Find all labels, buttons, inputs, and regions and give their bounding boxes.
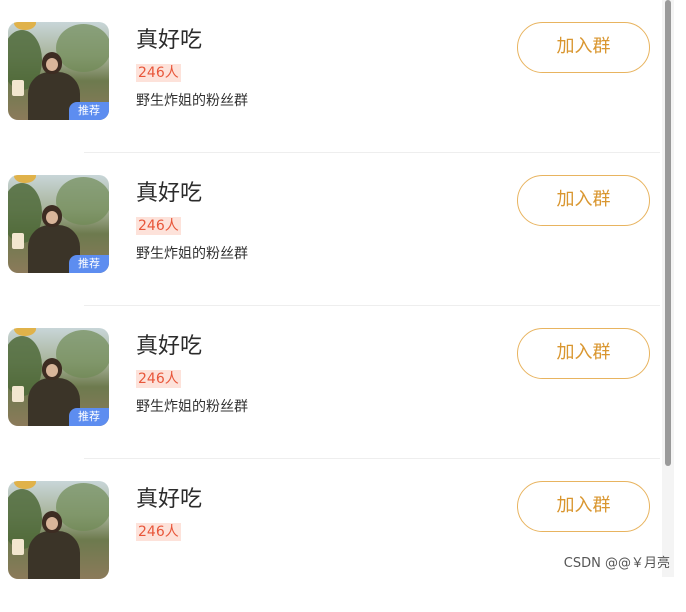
- scrollbar-thumb[interactable]: [665, 0, 671, 466]
- join-group-button[interactable]: 加入群: [517, 175, 650, 226]
- list-item[interactable]: 推荐 真好吃 246人 野生炸姐的粉丝群 加入群: [0, 0, 662, 153]
- join-group-button[interactable]: 加入群: [517, 481, 650, 532]
- group-list: 推荐 真好吃 246人 野生炸姐的粉丝群 加入群 推荐 真好吃 246人 野生炸…: [0, 0, 662, 579]
- list-item[interactable]: 真好吃 246人 加入群: [0, 459, 662, 612]
- group-title: 真好吃: [136, 487, 203, 512]
- recommend-badge: 推荐: [69, 408, 109, 426]
- list-item[interactable]: 推荐 真好吃 246人 野生炸姐的粉丝群 加入群: [0, 306, 662, 459]
- group-avatar: 推荐: [8, 22, 109, 120]
- member-count: 246人: [136, 217, 181, 235]
- group-title: 真好吃: [136, 181, 203, 206]
- group-title: 真好吃: [136, 28, 203, 53]
- recommend-badge: 推荐: [69, 102, 109, 120]
- group-title: 真好吃: [136, 334, 203, 359]
- member-count: 246人: [136, 370, 181, 388]
- group-description: 野生炸姐的粉丝群: [136, 93, 248, 109]
- scrollbar[interactable]: [662, 0, 674, 577]
- member-count: 246人: [136, 64, 181, 82]
- recommend-badge: 推荐: [69, 255, 109, 273]
- join-group-button[interactable]: 加入群: [517, 328, 650, 379]
- group-avatar: 推荐: [8, 175, 109, 273]
- member-count: 246人: [136, 523, 181, 541]
- group-avatar: [8, 481, 109, 579]
- group-description: 野生炸姐的粉丝群: [136, 246, 248, 262]
- join-group-button[interactable]: 加入群: [517, 22, 650, 73]
- list-item[interactable]: 推荐 真好吃 246人 野生炸姐的粉丝群 加入群: [0, 153, 662, 306]
- group-avatar: 推荐: [8, 328, 109, 426]
- watermark: CSDN @@￥月亮: [563, 556, 670, 571]
- group-description: 野生炸姐的粉丝群: [136, 399, 248, 415]
